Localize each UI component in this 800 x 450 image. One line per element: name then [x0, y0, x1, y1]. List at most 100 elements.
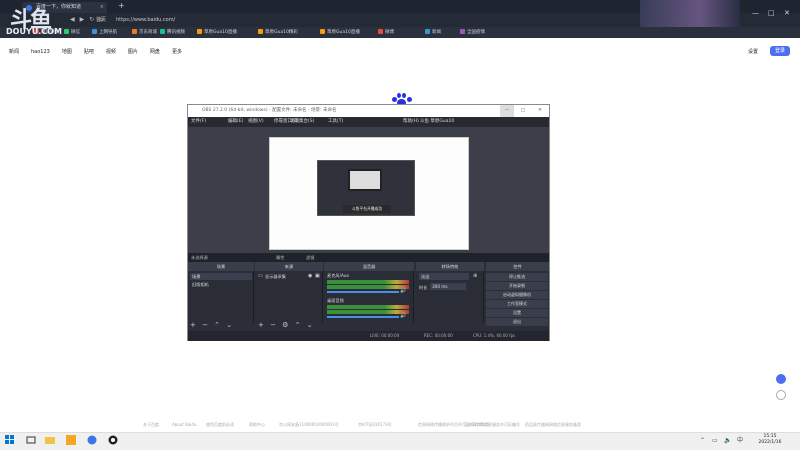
browser-skin-image — [640, 0, 740, 27]
tab-close-icon[interactable]: × — [100, 2, 104, 13]
controls-dock-title: 控件 — [486, 262, 549, 271]
baidu-nav-link[interactable]: 更多 — [172, 49, 182, 55]
audio-meter — [327, 285, 409, 289]
bookmark-item[interactable]: 新闻 — [425, 27, 441, 38]
obs-control-button[interactable]: 启动虚拟摄像机 — [486, 291, 548, 299]
bookmark-item[interactable]: 草原Gua10直播 — [197, 27, 237, 38]
bookmark-item[interactable]: 全国疫情 — [460, 27, 485, 38]
nested-preview-screen — [348, 169, 382, 191]
transition-select[interactable]: 淡出 — [419, 273, 469, 280]
douyu-app-icon[interactable] — [66, 435, 76, 445]
speaker-icon[interactable]: 🔊 — [400, 288, 406, 294]
add-transition-icon[interactable]: ⊕ — [473, 273, 477, 279]
properties-tab[interactable]: 属性 — [276, 253, 284, 262]
baidu-nav-link[interactable]: 贴吧 — [84, 49, 94, 55]
task-view-icon[interactable] — [26, 435, 36, 445]
ime-indicator[interactable]: 中 — [737, 432, 743, 450]
windows-start-icon[interactable] — [5, 435, 15, 445]
footer-link[interactable]: About Baidu — [172, 422, 196, 427]
volume-icon[interactable]: 🔈 — [724, 432, 731, 450]
url-input[interactable]: https://www.baidu.com/ — [116, 15, 536, 25]
obs-minimize-icon[interactable]: — — [500, 105, 514, 117]
obs-control-button[interactable]: 工作室模式 — [486, 300, 548, 308]
footer-link[interactable]: 京ICP证030173号 — [358, 422, 392, 428]
scene-item[interactable]: 场景 — [190, 273, 252, 280]
bookmark-favicon-icon — [92, 29, 97, 34]
obs-menu-item[interactable]: 帮助(H) — [403, 117, 419, 127]
obs-menu-item[interactable]: 文件(F) — [191, 117, 206, 127]
obs-menu-item[interactable]: 编辑(E) — [228, 117, 243, 127]
bookmark-favicon-icon — [425, 29, 430, 34]
footer-link[interactable]: 药品医疗器械网络信息服务备案 — [525, 422, 581, 428]
help-float-icon[interactable] — [776, 390, 786, 400]
baidu-nav-link[interactable]: 网盘 — [150, 49, 160, 55]
bookmark-item[interactable]: 上网导航 — [92, 27, 117, 38]
sources-toolbar[interactable]: + − ⚙ ⌃ ⌄ — [258, 321, 315, 330]
obs-menu-item[interactable]: 工具(T) — [328, 117, 343, 127]
obs-maximize-icon[interactable]: □ — [516, 105, 530, 117]
network-icon[interactable]: ▭ — [712, 432, 718, 450]
footer-link[interactable]: 使用百度前必读 — [206, 422, 234, 428]
scene-item[interactable]: 旧版相机 — [190, 281, 209, 288]
obs-menu-item[interactable]: 视图(V) — [248, 117, 264, 127]
obs-control-button[interactable]: 停止推流 — [486, 273, 548, 281]
volume-slider[interactable] — [327, 316, 399, 318]
baidu-nav-link[interactable]: 新闻 — [9, 49, 19, 55]
file-explorer-icon[interactable] — [45, 435, 55, 445]
login-button[interactable]: 登录 — [770, 46, 790, 56]
obs-close-icon[interactable]: ✕ — [533, 105, 547, 117]
bookmark-item[interactable]: 微信 — [64, 27, 80, 38]
baidu-nav-link[interactable]: 地图 — [62, 49, 72, 55]
close-icon[interactable]: ✕ — [784, 0, 790, 27]
bookmark-item[interactable]: 腾讯视频 — [160, 27, 185, 38]
bookmark-item[interactable]: 草原Gua10精彩 — [258, 27, 298, 38]
obs-control-button[interactable]: 设置 — [486, 309, 548, 317]
live-timer: LIVE: 00:00:00 — [370, 333, 400, 338]
volume-slider[interactable] — [327, 291, 399, 293]
obs-app-icon[interactable] — [108, 435, 118, 445]
settings-link[interactable]: 设置 — [748, 48, 758, 55]
obs-menubar: 文件(F) 编辑(E) 视图(V) 停靠窗口(D) 场景集合(S) 工具(T) 帮助(H) 斗… — [188, 117, 549, 127]
clock-date: 2022/1/16 — [758, 440, 782, 445]
new-tab-icon[interactable]: + — [118, 0, 125, 12]
bookmark-favicon-icon — [197, 29, 202, 34]
windows-taskbar — [0, 432, 800, 450]
transitions-dock: 淡出 ⊕ 时长 300 ms — [416, 271, 484, 323]
captured-browser: 斗鱼平台开播成功 — [269, 137, 469, 250]
bookmark-label: 微信 — [71, 30, 80, 35]
visibility-eye-icon[interactable]: ◉ — [308, 273, 312, 280]
maximize-icon[interactable]: □ — [768, 0, 775, 27]
bookmarks-bar — [0, 27, 800, 38]
minimize-icon[interactable]: — — [752, 0, 759, 27]
duration-input[interactable]: 300 ms — [430, 283, 466, 290]
obs-control-button[interactable]: 开始录制 — [486, 282, 548, 290]
bookmark-favicon-icon — [320, 29, 325, 34]
speaker-icon[interactable]: 🔊 — [400, 313, 406, 319]
scenes-toolbar[interactable]: + − ⌃ ⌄ — [190, 321, 234, 330]
footer-link[interactable]: 关于百度 — [143, 422, 159, 428]
obs-control-button[interactable]: 退出 — [486, 318, 548, 326]
taskbar-clock[interactable]: 15:15 2022/1/16 — [750, 434, 790, 446]
tray-overflow-icon[interactable]: ⌃ — [700, 432, 705, 450]
bookmark-item[interactable]: 微博 — [378, 27, 394, 38]
obs-preview[interactable]: 斗鱼平台开播成功 — [188, 127, 549, 253]
mixer-track-label: 麦克风/Aux — [327, 273, 349, 278]
filters-tab[interactable]: 滤镜 — [306, 253, 314, 262]
bookmark-label: 上网导航 — [99, 30, 117, 35]
bookmark-item[interactable]: 京东商城 — [132, 27, 157, 38]
bookmark-label: 草原Gua10精彩 — [265, 30, 298, 35]
baidu-nav-link[interactable]: 视频 — [106, 49, 116, 55]
monitor-icon: ▭ — [258, 273, 263, 279]
footer-link[interactable]: 帮助中心 — [249, 422, 265, 428]
bookmark-item[interactable]: 草原Gua10直播 — [320, 27, 360, 38]
feedback-float-icon[interactable] — [776, 374, 786, 384]
baidu-nav-link[interactable]: 图片 — [128, 49, 138, 55]
footer-link[interactable]: 京公网安备11000002000001号 — [279, 422, 339, 428]
lock-icon[interactable]: ▣ — [315, 273, 320, 280]
baidu-nav-link[interactable]: hao123 — [31, 49, 50, 55]
footer-link[interactable]: 互联网宗教信息服务许可证编号 — [464, 422, 520, 428]
obs-menu-item[interactable]: 场景集合(S) — [290, 117, 314, 127]
audio-meter — [327, 310, 409, 314]
browser-app-icon[interactable] — [87, 435, 97, 445]
obs-menu-item[interactable]: 斗鱼 草原Gua10 — [420, 117, 454, 127]
